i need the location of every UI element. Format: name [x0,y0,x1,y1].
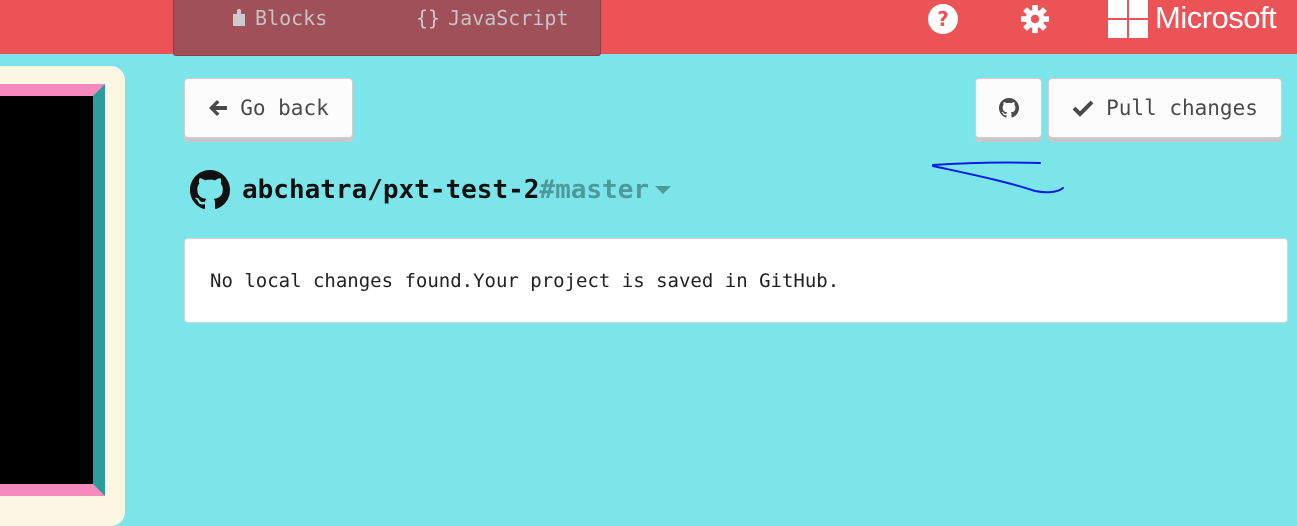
svg-text:?: ? [937,7,949,31]
brand-name: Microsoft [1155,0,1277,35]
status-message-box: No local changes found.Your project is s… [184,238,1288,323]
blocks-tab[interactable]: Blocks [231,4,327,32]
go-back-label: Go back [240,96,329,120]
repo-title: abchatra/pxt-test-2 #master [190,170,671,210]
status-message: No local changes found.Your project is s… [210,269,840,292]
braces-icon: {} [416,6,441,30]
blocks-tab-label: Blocks [255,6,328,30]
pull-changes-button[interactable]: Pull changes [1048,78,1282,138]
github-icon [998,98,1019,118]
microsoft-logo-icon [1108,0,1148,38]
simulator-canvas [0,96,82,484]
puzzle-icon [233,9,245,26]
editor-toggle: Blocks {} JavaScript [173,0,601,56]
javascript-tab[interactable]: {} JavaScript [416,4,569,32]
chevron-down-icon[interactable] [655,186,671,194]
gear-icon[interactable] [1020,4,1050,34]
go-back-button[interactable]: Go back [184,78,353,138]
arrow-left-icon [209,100,228,116]
pull-changes-label: Pull changes [1106,96,1258,120]
help-icon[interactable]: ? [928,4,958,34]
javascript-tab-label: JavaScript [448,6,569,30]
branch-selector[interactable]: #master [539,175,649,205]
simulator-screen[interactable] [0,84,105,496]
github-button[interactable] [975,78,1042,138]
repo-name: abchatra/pxt-test-2 [242,175,540,205]
github-icon [190,170,230,210]
annotation-scribble [932,161,1064,194]
checkmark-icon [1072,100,1094,117]
